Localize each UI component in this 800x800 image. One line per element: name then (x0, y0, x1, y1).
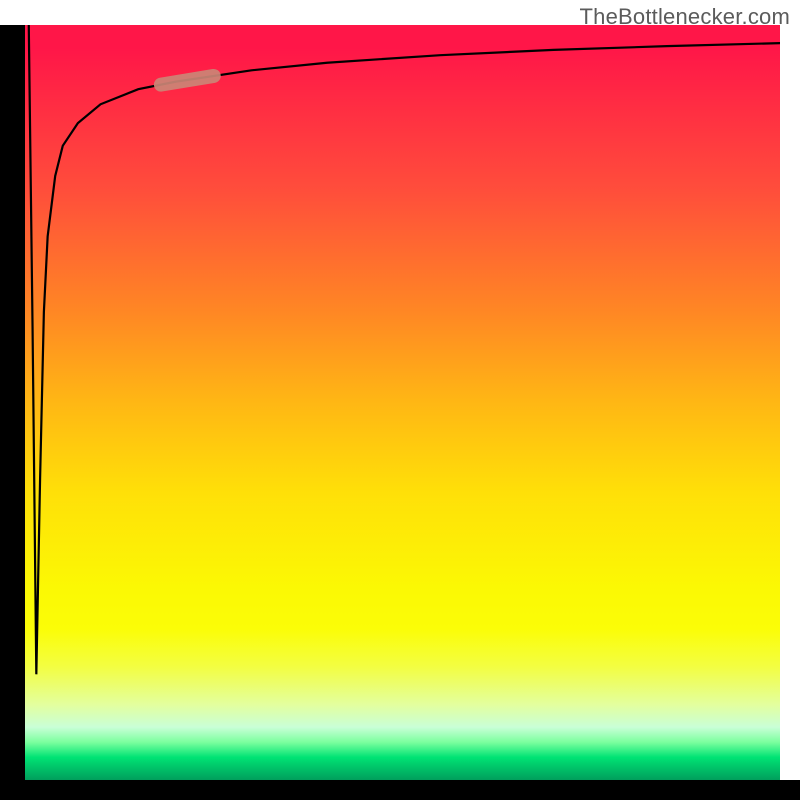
y-axis (0, 25, 25, 780)
attribution-text: TheBottlenecker.com (580, 4, 790, 30)
x-axis (0, 780, 800, 800)
chart-canvas: TheBottlenecker.com (0, 0, 800, 800)
plot-area (25, 25, 780, 780)
